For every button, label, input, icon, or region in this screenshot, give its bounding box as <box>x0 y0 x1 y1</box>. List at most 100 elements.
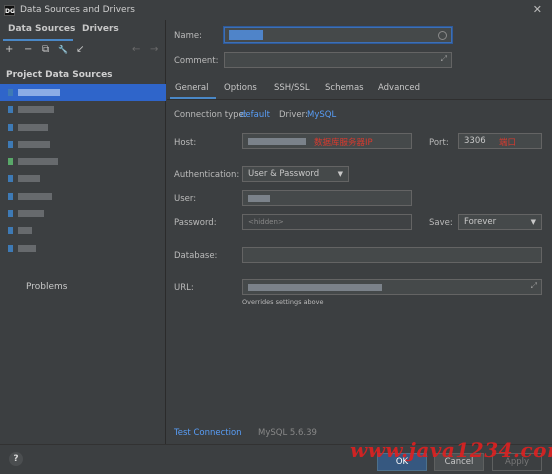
tab-general[interactable]: General <box>175 83 209 93</box>
data-source-list <box>0 84 166 257</box>
data-source-name-obscured <box>18 123 48 131</box>
tab-schemas[interactable]: Schemas <box>325 83 364 93</box>
database-icon <box>8 227 13 235</box>
connection-type-link[interactable]: default <box>240 110 270 120</box>
port-annotation: 端口 <box>499 138 517 148</box>
active-tab-indicator <box>170 97 216 99</box>
port-label: Port: <box>429 138 449 148</box>
user-field[interactable] <box>242 190 412 206</box>
comment-label: Comment: <box>174 56 219 66</box>
port-value: 3306 <box>464 136 486 146</box>
tab-advanced[interactable]: Advanced <box>378 83 420 93</box>
database-icon <box>8 123 13 131</box>
password-value: <hidden> <box>248 218 284 226</box>
host-label: Host: <box>174 138 197 148</box>
list-item[interactable] <box>0 84 166 102</box>
driver-label: Driver: <box>279 110 308 120</box>
driver-link[interactable]: MySQL <box>307 110 336 120</box>
driver-version: MySQL 5.6.39 <box>258 428 317 438</box>
host-value-obscured <box>248 138 306 145</box>
right-panel: Name: Comment: ⤢ General Options SSH/SSL… <box>167 20 552 444</box>
data-source-name-obscured <box>18 106 54 114</box>
database-label: Database: <box>174 251 218 261</box>
color-picker-icon[interactable] <box>438 31 447 40</box>
duplicate-icon[interactable]: ⧉ <box>42 44 49 56</box>
list-item[interactable] <box>0 136 166 153</box>
back-arrow-icon[interactable]: ← <box>132 44 140 56</box>
tab-options[interactable]: Options <box>224 83 257 93</box>
name-field[interactable] <box>224 27 452 43</box>
problems-item[interactable]: Problems <box>26 282 67 292</box>
password-field[interactable]: <hidden> <box>242 214 412 230</box>
database-icon <box>8 158 13 166</box>
url-value-obscured <box>248 284 382 291</box>
name-value-obscured <box>229 30 263 40</box>
save-select[interactable]: Forever ▼ <box>458 214 542 230</box>
comment-field[interactable]: ⤢ <box>224 52 452 68</box>
help-icon[interactable]: ? <box>9 452 23 466</box>
data-source-name-obscured <box>18 192 52 200</box>
left-panel: Data Sources Drivers + − ⧉ 🔧 ↙ ← → Proje… <box>0 20 166 444</box>
list-item[interactable] <box>0 119 166 136</box>
database-icon <box>8 175 13 183</box>
wrench-icon[interactable]: 🔧 <box>58 44 68 56</box>
remove-icon[interactable]: − <box>24 44 32 56</box>
password-label: Password: <box>174 218 217 228</box>
url-label: URL: <box>174 283 194 293</box>
port-field[interactable]: 3306 端口 <box>458 133 542 149</box>
database-icon <box>8 244 13 252</box>
list-item[interactable] <box>0 153 166 170</box>
datagrip-logo-icon: DG <box>4 4 15 16</box>
data-source-name-obscured <box>18 175 40 183</box>
host-field[interactable]: 数据库服务器IP <box>242 133 412 149</box>
authentication-select[interactable]: User & Password ▼ <box>242 166 349 182</box>
database-icon <box>8 106 13 114</box>
tab-ssh-ssl[interactable]: SSH/SSL <box>274 83 310 93</box>
tab-drivers[interactable]: Drivers <box>82 24 119 34</box>
title-bar: DG Data Sources and Drivers ✕ <box>0 0 552 20</box>
database-icon <box>8 89 13 96</box>
tab-data-sources[interactable]: Data Sources <box>8 24 75 34</box>
user-label: User: <box>174 194 197 204</box>
data-source-name-obscured <box>18 244 36 252</box>
close-icon[interactable]: ✕ <box>533 3 542 16</box>
database-icon <box>8 192 13 200</box>
name-label: Name: <box>174 31 202 41</box>
data-source-name-obscured <box>18 158 58 166</box>
database-icon <box>8 210 13 218</box>
authentication-value: User & Password <box>248 169 320 179</box>
authentication-label: Authentication: <box>174 170 240 180</box>
list-item[interactable] <box>0 188 166 205</box>
save-label: Save: <box>429 218 453 228</box>
active-tab-indicator <box>3 39 73 41</box>
list-item[interactable] <box>0 170 166 187</box>
chevron-down-icon: ▼ <box>337 170 343 178</box>
chevron-down-icon: ▼ <box>530 218 536 226</box>
data-source-name-obscured <box>18 140 50 148</box>
expand-icon[interactable]: ⤢ <box>441 54 447 64</box>
import-icon[interactable]: ↙ <box>76 44 84 56</box>
list-item[interactable] <box>0 240 166 257</box>
list-item[interactable] <box>0 205 166 222</box>
left-tabs: Data Sources Drivers <box>0 20 166 42</box>
add-icon[interactable]: + <box>5 44 13 56</box>
settings-tabs: General Options SSH/SSL Schemas Advanced <box>167 80 552 100</box>
database-icon <box>8 140 13 148</box>
user-value-obscured <box>248 195 270 202</box>
forward-arrow-icon[interactable]: → <box>150 44 158 56</box>
data-source-name-obscured <box>18 89 60 96</box>
test-connection-link[interactable]: Test Connection <box>174 428 242 438</box>
list-item[interactable] <box>0 101 166 118</box>
url-field[interactable]: ⤢ <box>242 279 542 295</box>
expand-icon[interactable]: ⤢ <box>531 281 537 291</box>
database-field[interactable] <box>242 247 542 263</box>
left-toolbar: + − ⧉ 🔧 ↙ ← → <box>5 44 165 58</box>
watermark: www.java1234.com <box>350 438 552 462</box>
data-source-name-obscured <box>18 210 44 218</box>
url-hint: Overrides settings above <box>242 298 324 306</box>
list-item[interactable] <box>0 222 166 239</box>
section-title-project-data-sources: Project Data Sources <box>6 70 113 80</box>
host-annotation: 数据库服务器IP <box>314 138 373 148</box>
connection-type-label: Connection type: <box>174 110 247 120</box>
data-source-name-obscured <box>18 227 32 235</box>
